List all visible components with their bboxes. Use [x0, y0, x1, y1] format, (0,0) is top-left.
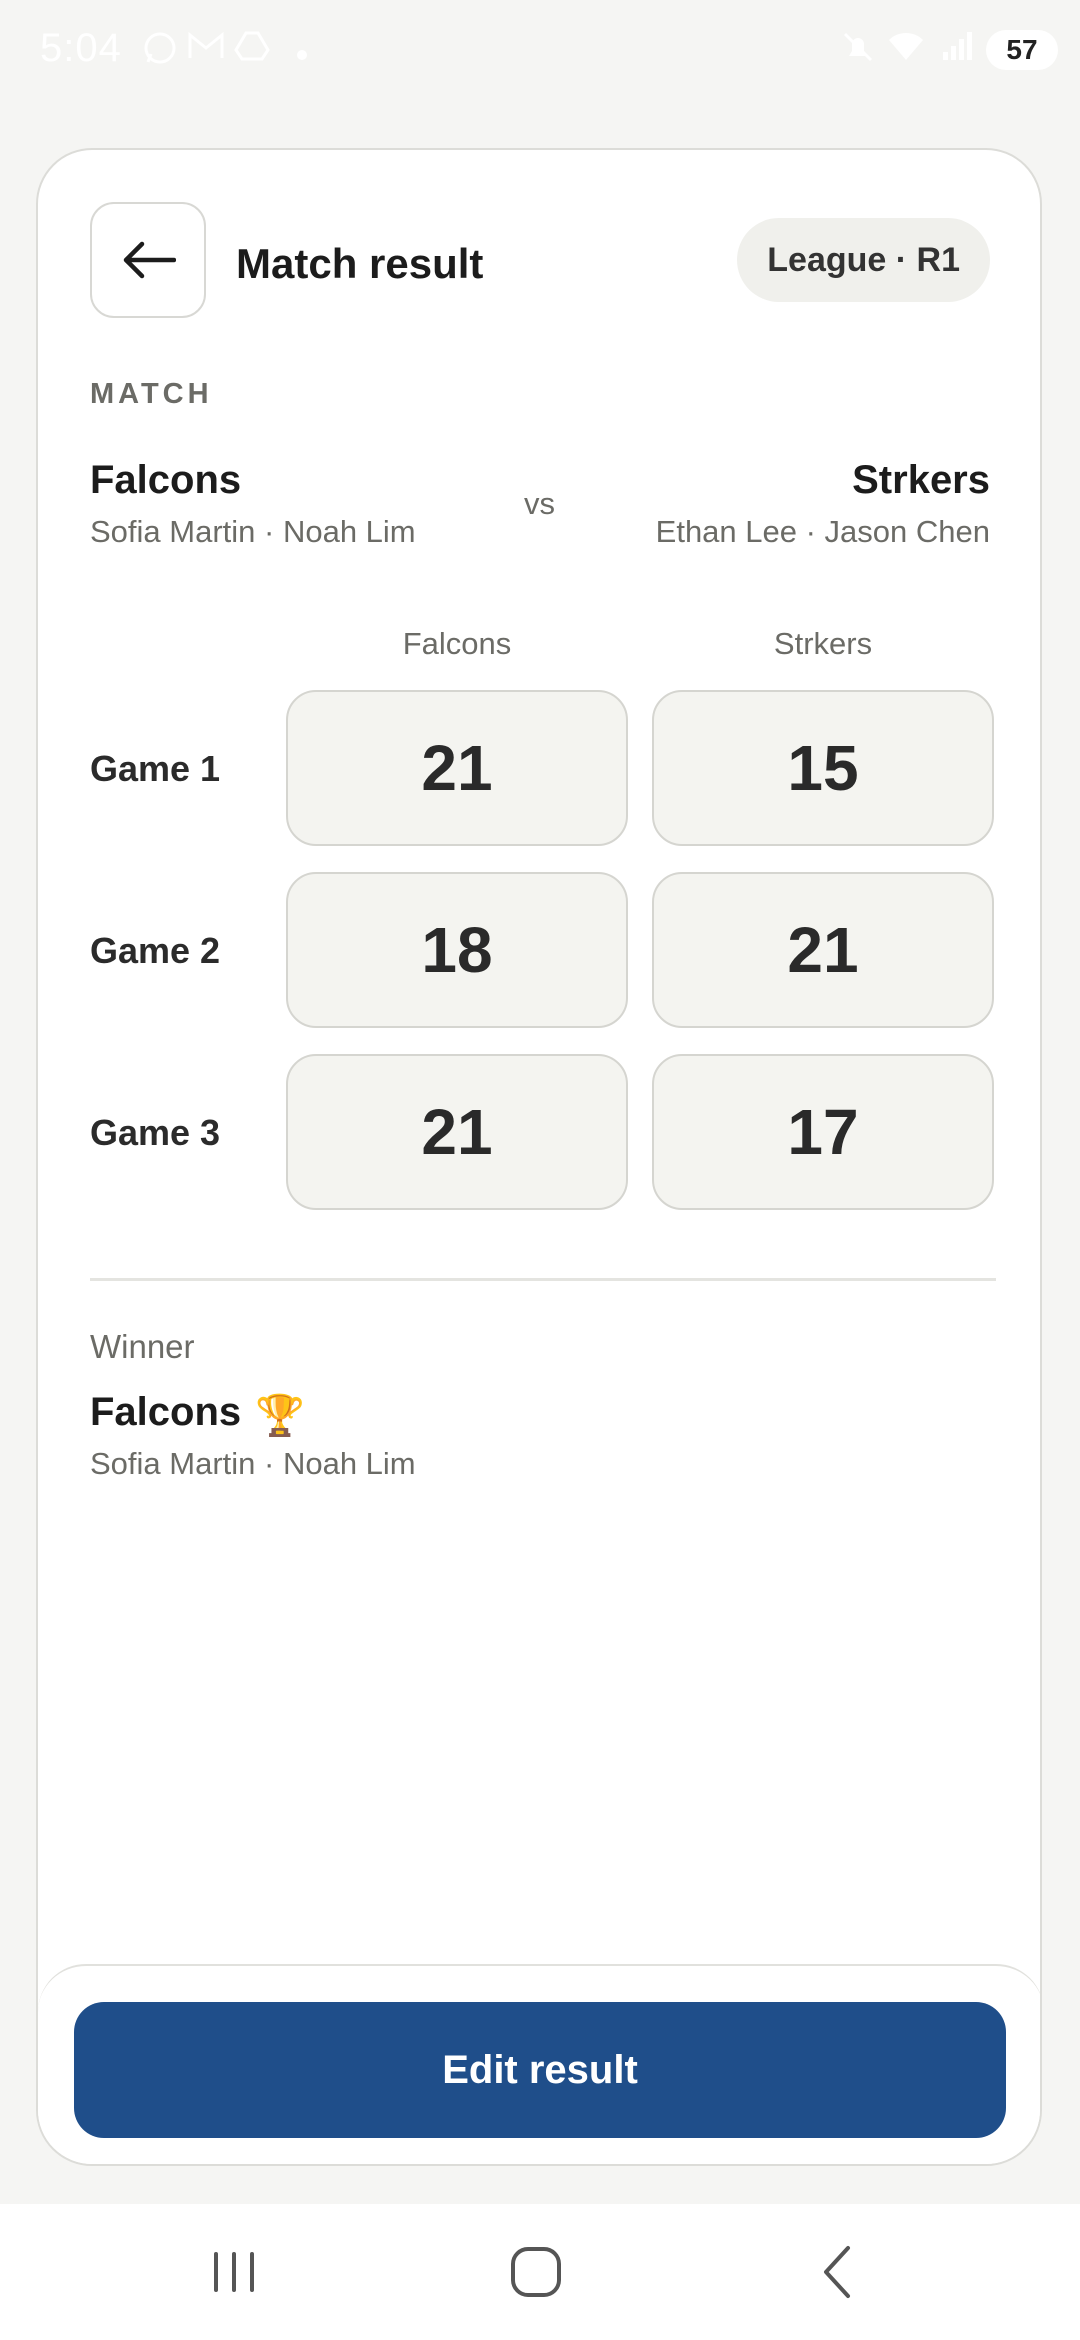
team-b-players: Ethan Lee · Jason Chen: [655, 514, 990, 549]
system-nav-bar: [0, 2204, 1080, 2340]
winner-label: Winner: [90, 1328, 195, 1365]
game-3-score-team-a[interactable]: 21: [286, 1054, 628, 1210]
back-button[interactable]: [90, 202, 206, 318]
mute-icon: [838, 30, 878, 70]
back-nav-button[interactable]: [798, 2232, 878, 2312]
match-result-card: Match result League · R1 MATCH Falcons S…: [36, 148, 1042, 2166]
wifi-icon: [886, 30, 926, 70]
signal-icon: [938, 30, 978, 70]
match-section-label: MATCH: [90, 378, 213, 410]
drive-icon: [232, 30, 272, 70]
trophy-icon: 🏆: [255, 1394, 305, 1438]
recent-apps-button[interactable]: [194, 2232, 274, 2312]
home-icon: [511, 2247, 561, 2297]
score-column-team-a: Falcons: [402, 626, 512, 661]
status-time: 5:04: [40, 26, 122, 70]
game-3-label: Game 3: [90, 1112, 221, 1153]
vs-label: vs: [524, 486, 555, 521]
score-column-team-b: Strkers: [773, 626, 873, 661]
game-2-score-team-b[interactable]: 21: [652, 872, 994, 1028]
arrow-left-icon: [122, 240, 177, 285]
whatsapp-icon: [140, 30, 180, 70]
team-b-name: Strkers: [852, 458, 990, 502]
page-title: Match result: [236, 240, 484, 287]
winner-team-name: Falcons 🏆: [90, 1390, 305, 1439]
edit-result-button[interactable]: Edit result: [74, 2002, 1006, 2138]
recent-apps-icon: [214, 2252, 254, 2292]
game-1-score-team-b[interactable]: 15: [652, 690, 994, 846]
game-2-label: Game 2: [90, 930, 221, 971]
game-1-score-team-a[interactable]: 21: [286, 690, 628, 846]
winner-name-text: Falcons: [90, 1390, 242, 1434]
gmail-icon: [186, 30, 226, 70]
winner-players: Sofia Martin · Noah Lim: [90, 1446, 416, 1481]
team-a-players: Sofia Martin · Noah Lim: [90, 514, 416, 549]
section-divider: [90, 1278, 996, 1281]
dot-icon: [282, 30, 322, 70]
game-2-score-team-a[interactable]: 18: [286, 872, 628, 1028]
game-3-score-team-b[interactable]: 17: [652, 1054, 994, 1210]
battery-indicator: 57: [986, 30, 1058, 70]
home-button[interactable]: [496, 2232, 576, 2312]
team-a-name: Falcons: [90, 458, 242, 502]
chevron-left-icon: [824, 2246, 850, 2298]
league-round-badge: League · R1: [737, 218, 990, 302]
game-1-label: Game 1: [90, 748, 221, 789]
status-bar: 5:04 57: [0, 0, 1080, 100]
